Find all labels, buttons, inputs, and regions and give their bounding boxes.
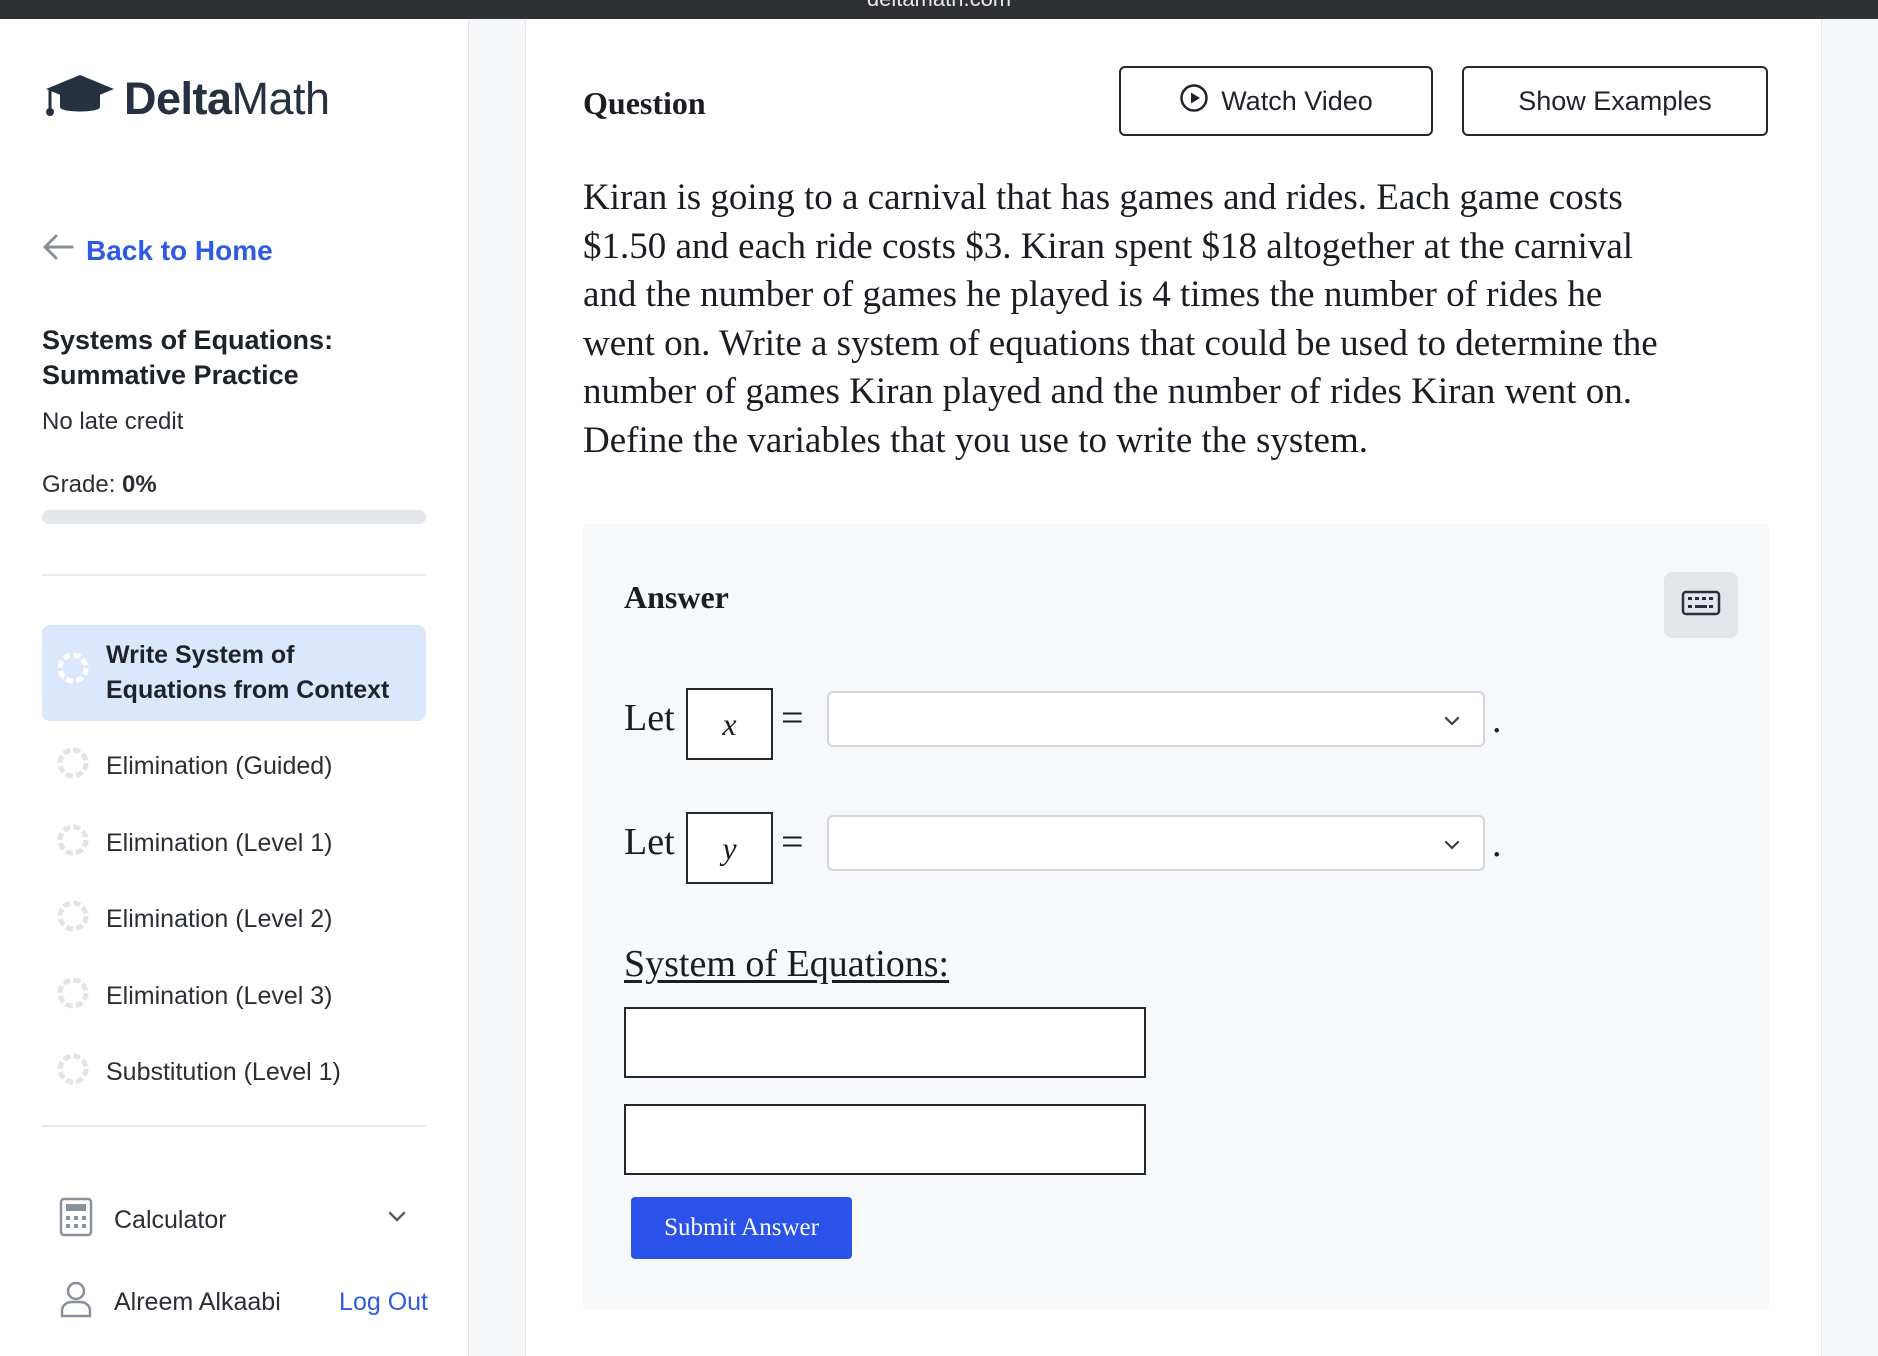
equation-input-2[interactable] <box>624 1104 1146 1175</box>
variable-definition-row: Let x = . <box>624 688 1524 760</box>
brand-name: DeltaMath <box>124 72 330 124</box>
user-name: Alreem Alkaabi <box>114 1288 281 1316</box>
skill-label: Elimination (Guided) <box>106 752 333 780</box>
system-of-equations-label: System of Equations: <box>624 943 950 985</box>
equation-input-1[interactable] <box>624 1007 1146 1078</box>
variable-x-definition-select[interactable] <box>827 691 1485 747</box>
submit-answer-button[interactable]: Submit Answer <box>631 1197 852 1259</box>
skill-item[interactable]: Elimination (Level 1) <box>42 823 426 864</box>
skill-item[interactable]: Write System of Equations from Context <box>42 625 426 721</box>
period: . <box>1492 823 1502 865</box>
content-gutter-right <box>1821 19 1878 1356</box>
skill-label: Write System of Equations from Context <box>106 641 390 704</box>
skill-label: Substitution (Level 1) <box>106 1058 341 1086</box>
progress-ring-icon <box>42 651 106 695</box>
question-text: Kiran is going to a carnival that has ga… <box>583 177 1658 461</box>
let-label: Let <box>624 697 675 739</box>
answer-heading: Answer <box>624 579 729 615</box>
equals-sign: = <box>781 819 804 864</box>
calculator-icon <box>58 1197 114 1244</box>
grade-progress-bar <box>42 510 426 524</box>
back-to-home-link[interactable]: Back to Home <box>42 233 273 268</box>
late-credit-note: No late credit <box>42 408 184 435</box>
deltamath-logo[interactable]: DeltaMath <box>42 71 330 126</box>
equals-sign: = <box>781 695 804 740</box>
sidebar: DeltaMath Back to Home Systems of Equati… <box>0 19 469 1356</box>
browser-top-bar: deltamath.com <box>0 0 1878 19</box>
progress-ring-icon <box>42 1052 106 1093</box>
progress-ring-icon <box>42 976 106 1017</box>
skill-item[interactable]: Elimination (Level 3) <box>42 976 426 1017</box>
browser-url: deltamath.com <box>0 0 1878 12</box>
logout-link[interactable]: Log Out <box>339 1288 428 1317</box>
user-row: Alreem Alkaabi Log Out <box>58 1279 428 1326</box>
watch-video-label: Watch Video <box>1221 85 1373 116</box>
calculator-label: Calculator <box>114 1206 227 1234</box>
main-content: Question Watch Video Show Examples Kiran… <box>527 19 1821 1356</box>
arrow-left-icon <box>42 233 86 268</box>
question-heading: Question <box>583 85 706 121</box>
play-circle-icon <box>1179 83 1221 120</box>
variable-box-y: y <box>686 812 773 884</box>
skill-item[interactable]: Elimination (Level 2) <box>42 899 426 940</box>
back-to-home-label: Back to Home <box>86 234 273 266</box>
variable-y-definition-select[interactable] <box>827 815 1485 871</box>
skill-label: Elimination (Level 2) <box>106 905 333 933</box>
assignment-title: Systems of Equations: Summative Practice <box>42 325 334 390</box>
skill-item[interactable]: Substitution (Level 1) <box>42 1052 426 1093</box>
variable-box-x: x <box>686 688 773 760</box>
progress-ring-icon <box>42 746 106 787</box>
let-label: Let <box>624 821 675 863</box>
grade-display: Grade: 0% <box>42 471 157 498</box>
answer-panel: Answer Let x = . Let y = . System of Equ… <box>583 524 1769 1309</box>
skill-label: Elimination (Level 3) <box>106 982 333 1010</box>
keyboard-toggle-button[interactable] <box>1664 572 1738 638</box>
progress-ring-icon <box>42 823 106 864</box>
sidebar-divider <box>42 574 426 576</box>
show-examples-button[interactable]: Show Examples <box>1462 66 1768 136</box>
graduation-cap-icon <box>42 71 118 126</box>
variable-definition-row: Let y = . <box>624 812 1524 884</box>
user-icon <box>58 1279 114 1326</box>
progress-ring-icon <box>42 899 106 940</box>
calculator-toggle[interactable]: Calculator <box>58 1197 408 1244</box>
content-gutter-left <box>469 19 526 1356</box>
period: . <box>1492 699 1502 741</box>
sidebar-divider <box>42 1125 426 1127</box>
watch-video-button[interactable]: Watch Video <box>1119 66 1433 136</box>
skill-label: Elimination (Level 1) <box>106 829 333 857</box>
skill-item[interactable]: Elimination (Guided) <box>42 746 426 787</box>
keyboard-icon <box>1681 589 1721 622</box>
